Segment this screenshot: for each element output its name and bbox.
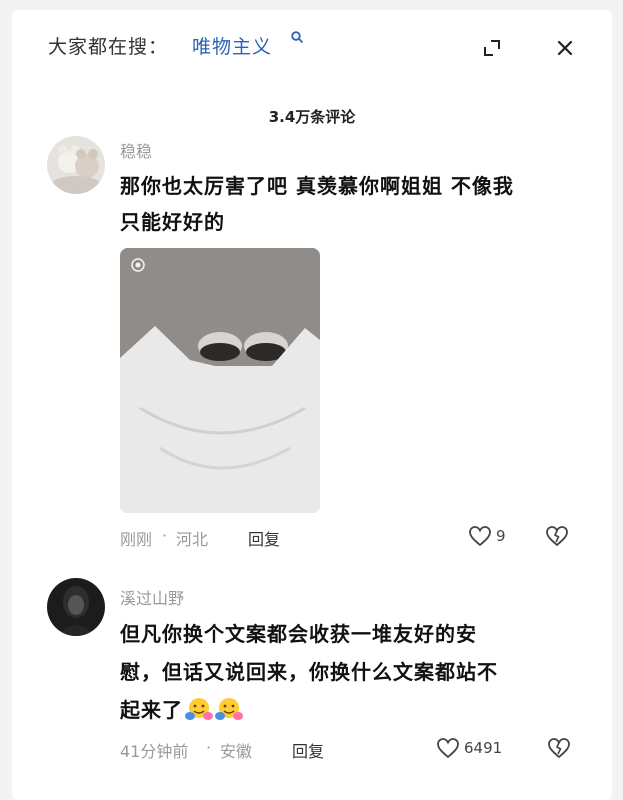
search-icon[interactable] [290,30,304,44]
comments-count: 3.4万条评论 [268,108,356,126]
comment-time: 41分钟前 [120,742,189,761]
comment-username[interactable]: 稳稳 [120,138,152,162]
broken-heart-icon[interactable] [544,524,570,548]
comment-text-line: 只能好好的 [120,210,225,234]
comment-text-line-last: 起来了 [120,692,243,728]
avatar[interactable] [47,136,105,194]
comment-text-line: 但凡你换个文案都会收获一堆友好的安 [120,622,477,646]
comment-location: 河北 [176,530,209,549]
avatar[interactable] [47,578,105,636]
avatar-image-icon [47,578,105,636]
expand-icon[interactable] [482,38,502,58]
comment-location: 安徽 [220,742,253,761]
photo-image-icon [120,248,320,513]
close-icon[interactable] [555,38,575,58]
heart-icon [469,526,491,547]
comments-panel: 大家都在搜： 唯物主义 3.4万条评论 稳稳 那你也太厉害了吧 真羡慕你啊姐姐 … [12,10,612,800]
hugging-face-emoji-icon [215,698,243,720]
like-count: 6491 [464,739,503,757]
like-button[interactable]: 6491 [436,736,502,760]
like-count: 9 [496,527,506,545]
search-term-link[interactable]: 唯物主义 [192,32,272,59]
comment-username[interactable]: 溪过山野 [120,585,184,609]
hugging-face-emoji-icon [185,698,213,720]
broken-heart-icon[interactable] [546,736,572,760]
reply-button[interactable]: 回复 [248,526,280,550]
comment-photo[interactable] [120,248,320,513]
search-prefix: 大家都在搜： [48,36,169,58]
comment-time: 刚刚 [120,530,153,549]
meta-separator-icon: · [206,738,212,757]
heart-icon [437,738,459,759]
avatar-image-icon [47,136,105,194]
comment-text-line: 那你也太厉害了吧 真羡慕你啊姐姐 不像我 [120,174,514,198]
comment-text-line: 慰，但话又说回来，你换什么文案都站不 [120,660,498,684]
comment-text-line: 起来了 [120,698,183,722]
reply-button[interactable]: 回复 [292,738,324,762]
like-button[interactable]: 9 [468,524,506,548]
meta-separator-icon: · [162,526,168,545]
search-suggestion-bar: 大家都在搜： 唯物主义 [12,28,612,64]
